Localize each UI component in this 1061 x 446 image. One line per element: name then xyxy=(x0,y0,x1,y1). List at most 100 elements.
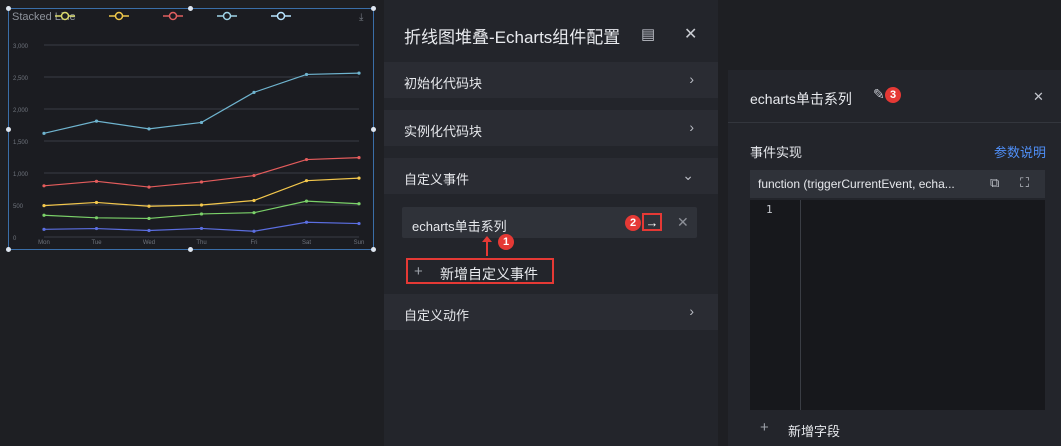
data-point xyxy=(357,221,361,226)
data-point xyxy=(304,157,309,162)
edit-pencil-icon[interactable]: ✎ xyxy=(873,86,885,103)
y-tick-label: 1,500 xyxy=(13,140,29,146)
data-point xyxy=(252,198,256,203)
resize-handle[interactable] xyxy=(6,247,11,252)
legend-marker xyxy=(168,11,178,21)
data-point xyxy=(94,216,99,220)
step-badge-1: 1 xyxy=(498,234,514,250)
data-point xyxy=(304,199,309,203)
legend-marker xyxy=(276,11,286,21)
y-tick-label: 500 xyxy=(13,204,24,210)
copy-icon[interactable]: ⧉ xyxy=(990,175,999,191)
data-point xyxy=(304,179,309,183)
series-line xyxy=(43,72,360,134)
line-number: 1 xyxy=(766,203,773,216)
event-item-label: echarts单击系列 xyxy=(412,219,507,234)
resize-handle[interactable] xyxy=(371,247,376,252)
add-field-label: 新增字段 xyxy=(788,424,841,439)
param-doc-link[interactable]: 参数说明 xyxy=(994,142,1046,161)
x-tick-label: Wed xyxy=(143,240,155,246)
panel-header: echarts单击系列 ✎ 3 ✕ xyxy=(728,70,1061,123)
data-point xyxy=(357,176,361,180)
line-gutter: 1 xyxy=(750,200,801,410)
function-signature: function (triggerCurrentEvent, echa... xyxy=(758,177,955,191)
data-point xyxy=(252,90,256,94)
fullscreen-icon[interactable]: ⛶ xyxy=(1020,175,1029,191)
row-label: 自定义事件 xyxy=(404,172,470,187)
resize-handle[interactable] xyxy=(188,247,193,252)
resize-handle[interactable] xyxy=(371,127,376,132)
resize-handle[interactable] xyxy=(188,6,193,11)
row-label: 自定义动作 xyxy=(404,308,470,323)
data-point xyxy=(199,212,204,216)
data-point xyxy=(357,202,361,206)
data-point xyxy=(94,226,99,231)
data-point xyxy=(252,211,256,215)
data-point xyxy=(252,173,256,178)
step-badge-3: 3 xyxy=(885,87,901,103)
row-label: 初始化代码块 xyxy=(404,76,483,91)
line-chart: 3,000 2,500 2,000 1,500 1,000 500 0 Mon Tue Wed Th… xyxy=(13,11,364,246)
data-point xyxy=(147,228,151,233)
data-point xyxy=(94,119,99,123)
y-tick-label: 0 xyxy=(13,236,17,242)
data-point xyxy=(252,229,256,233)
x-tick-label: Tue xyxy=(91,240,102,246)
code-editor-header: function (triggerCurrentEvent, echa... ⧉… xyxy=(750,170,1045,198)
add-custom-event-button[interactable]: + 新增自定义事件 xyxy=(406,258,554,284)
row-label: 实例化代码块 xyxy=(404,124,483,139)
component-config-panel: 折线图堆叠-Echarts组件配置 ▤ ✕ 初始化代码块 › 实例化代码块 › … xyxy=(384,0,718,446)
y-tick-label: 2,000 xyxy=(13,108,29,114)
data-point xyxy=(42,204,46,208)
data-point xyxy=(199,180,204,184)
instance-code-row[interactable]: 实例化代码块 › xyxy=(384,110,718,146)
legend-marker xyxy=(222,11,232,21)
chevron-right-icon: › xyxy=(689,71,694,87)
resize-handle[interactable] xyxy=(6,127,11,132)
document-icon[interactable]: ▤ xyxy=(641,25,655,43)
chevron-right-icon: › xyxy=(689,119,694,135)
data-point xyxy=(357,71,361,75)
data-point xyxy=(42,184,46,188)
data-point xyxy=(147,216,151,221)
close-icon[interactable]: ✕ xyxy=(1033,89,1044,105)
config-title: 折线图堆叠-Echarts组件配置 xyxy=(404,28,621,47)
code-editor[interactable]: 1 xyxy=(750,200,1045,410)
plus-icon: + xyxy=(760,419,769,436)
data-point xyxy=(304,72,309,77)
data-point xyxy=(357,156,361,160)
data-point xyxy=(42,213,46,217)
data-point xyxy=(42,227,46,231)
plus-icon: + xyxy=(414,263,423,280)
download-icon[interactable]: ⤓ xyxy=(359,12,363,23)
data-point xyxy=(147,127,151,131)
legend-marker xyxy=(60,11,70,21)
custom-event-row[interactable]: 自定义事件 ⌄ xyxy=(384,158,718,194)
data-point xyxy=(199,226,204,231)
y-tick-label: 3,000 xyxy=(13,44,29,50)
chevron-right-icon: › xyxy=(689,303,694,319)
data-point xyxy=(304,220,309,224)
data-point xyxy=(199,203,204,207)
y-tick-label: 2,500 xyxy=(13,76,29,82)
event-detail-panel: echarts单击系列 ✎ 3 ✕ 事件实现 参数说明 function (tr… xyxy=(728,70,1061,446)
event-item[interactable]: echarts单击系列 2 → ✕ xyxy=(402,207,697,238)
x-tick-label: Thu xyxy=(196,240,206,246)
init-code-row[interactable]: 初始化代码块 › xyxy=(384,62,718,98)
delete-icon[interactable]: ✕ xyxy=(677,214,689,231)
data-point xyxy=(94,179,99,183)
arrow-right-icon[interactable]: → xyxy=(642,213,662,231)
data-point xyxy=(147,185,151,189)
chart-component[interactable]: Stacked Line 3,000 2,500 2,000 1,500 1,000 50… xyxy=(8,8,374,250)
custom-action-row[interactable]: 自定义动作 › xyxy=(384,294,718,330)
canvas-area: Stacked Line 3,000 2,500 2,000 1,500 1,000 50… xyxy=(0,0,380,446)
resize-handle[interactable] xyxy=(6,6,11,11)
x-tick-label: Mon xyxy=(38,240,50,246)
legend-marker xyxy=(114,11,124,21)
resize-handle[interactable] xyxy=(371,6,376,11)
add-event-label: 新增自定义事件 xyxy=(440,266,538,282)
close-icon[interactable]: ✕ xyxy=(684,24,697,44)
x-tick-label: Sat xyxy=(302,240,311,246)
x-tick-label: Fri xyxy=(251,240,258,246)
panel-title: echarts单击系列 xyxy=(750,91,852,107)
